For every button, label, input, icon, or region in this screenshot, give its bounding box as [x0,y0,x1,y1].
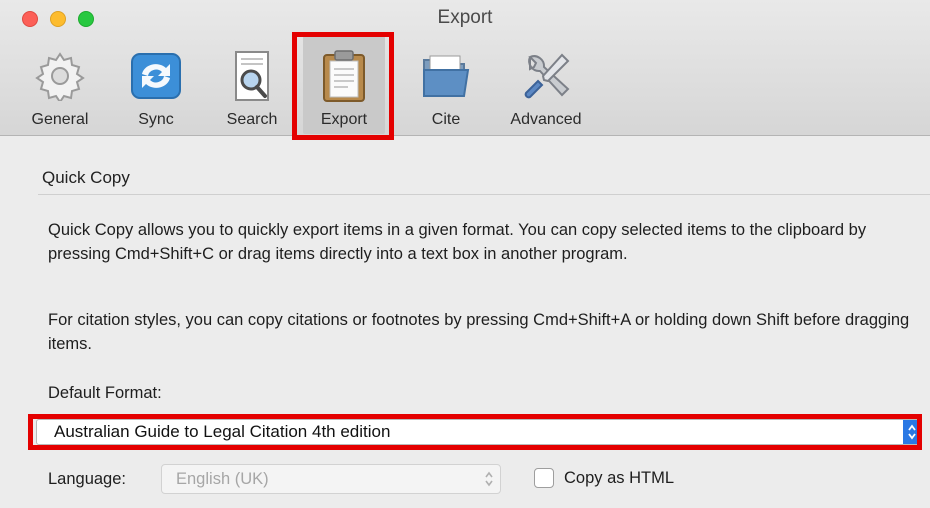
default-format-label: Default Format: [48,384,162,402]
tab-search-label: Search [226,111,278,128]
section-divider [38,194,930,195]
title-bar: Export General Sync Search Export Cite A… [0,0,930,140]
tab-advanced[interactable]: Advanced [498,36,594,134]
clipboard-icon [312,44,376,108]
gear-icon [28,44,92,108]
preferences-window: Export General Sync Search Export Cite A… [0,0,930,508]
tab-cite-label: Cite [431,111,461,128]
copy-as-html-label: Copy as HTML [564,469,675,487]
folder-icon [414,44,478,108]
select-stepper-icon [903,420,921,444]
window-title: Export [437,7,493,28]
copy-as-html-checkbox[interactable] [534,468,554,488]
quick-copy-heading: Quick Copy [42,168,130,187]
tab-advanced-label: Advanced [510,111,582,128]
tab-sync[interactable]: Sync [118,36,194,134]
default-format-value: Australian Guide to Legal Citation 4th e… [54,422,391,441]
chevron-updown-icon [478,471,500,487]
tab-general-label: General [31,111,89,128]
citation-styles-description: For citation styles, you can copy citati… [48,311,910,353]
tab-search[interactable]: Search [214,36,290,134]
tab-sync-label: Sync [138,111,174,128]
default-format-select[interactable]: Australian Guide to Legal Citation 4th e… [36,419,922,445]
preferences-toolbar: General Sync Search Export Cite Advanced [0,32,930,140]
tools-icon [514,44,578,108]
language-label: Language: [48,470,126,488]
search-icon [220,44,284,108]
language-select[interactable]: English (UK) [161,464,501,494]
tab-export-label: Export [320,111,368,128]
language-value: English (UK) [176,469,269,488]
tab-cite[interactable]: Cite [408,36,484,134]
quick-copy-description: Quick Copy allows you to quickly export … [48,221,867,263]
tab-general[interactable]: General [22,36,98,134]
sync-icon [124,44,188,108]
tab-export[interactable]: Export [303,36,385,134]
